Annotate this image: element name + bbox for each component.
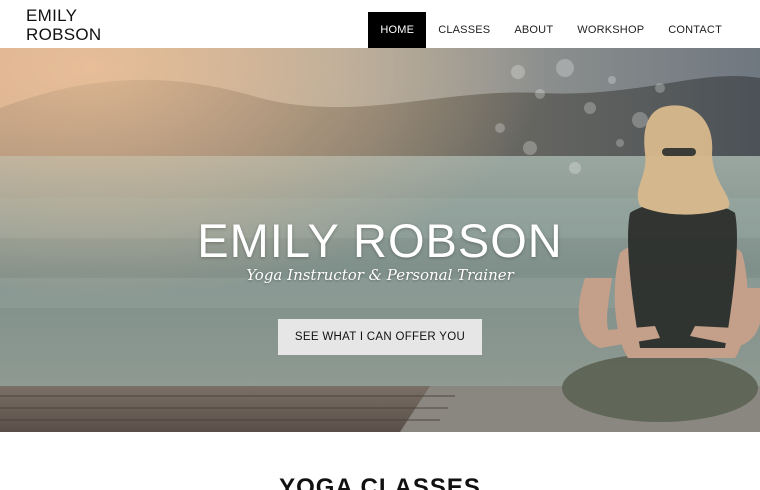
nav-about[interactable]: ABOUT [502, 12, 565, 48]
logo-line-2: ROBSON [26, 25, 102, 44]
nav-classes[interactable]: CLASSES [426, 12, 502, 48]
main-nav: HOME CLASSES ABOUT WORKSHOP CONTACT [368, 12, 734, 48]
hero-title: EMILY ROBSON [197, 214, 563, 267]
nav-workshop[interactable]: WORKSHOP [565, 12, 656, 48]
nav-home[interactable]: HOME [368, 12, 427, 48]
heading-rest: CLASSES [352, 474, 481, 490]
hero-banner: EMILY ROBSON Yoga Instructor & Personal … [0, 48, 760, 432]
heading-bold: YOGA [279, 474, 353, 490]
nav-contact[interactable]: CONTACT [656, 12, 734, 48]
yoga-classes-heading: YOGA CLASSES [0, 474, 760, 490]
site-header: EMILY ROBSON HOME CLASSES ABOUT WORKSHOP… [0, 0, 760, 48]
cta-button[interactable]: SEE WHAT I CAN OFFER YOU [278, 319, 482, 355]
site-logo[interactable]: EMILY ROBSON [26, 6, 101, 44]
logo-line-1: EMILY [26, 6, 78, 25]
hero-subtitle: Yoga Instructor & Personal Trainer [246, 266, 514, 284]
